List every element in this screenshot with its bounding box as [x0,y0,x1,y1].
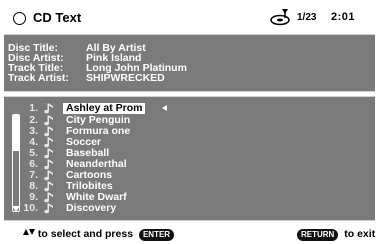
music-note-icon [44,137,53,148]
exit-hint-text: to exit [344,228,376,240]
screen-title: CD Text [33,10,82,25]
up-down-arrows-icon [23,228,35,238]
music-note-icon [44,192,53,203]
music-note-icon [44,103,53,114]
selection-cursor-icon [162,105,167,111]
track-artist-value: SHIPWRECKED [86,72,165,84]
track-number: 10. [23,202,38,214]
music-note-icon [44,115,53,126]
title-bar: CD Text 1/23 2:01 [4,4,375,34]
select-hint: to select and press ENTER [23,228,177,241]
disc-info-panel: Disc Title: All By Artist Disc Artist: Pin… [4,34,375,92]
music-note-icon [44,181,53,192]
music-note-icon [44,148,53,159]
track-indicator: 1/23 [297,12,317,23]
circle-icon [13,12,26,25]
return-key-button[interactable]: RETURN [297,229,339,241]
cd-text-screen: CD Text 1/23 2:01 Disc Title: All By Arti… [0,0,379,244]
track-number: 1. [29,102,38,114]
enter-key-button[interactable]: ENTER [138,229,175,241]
exit-hint: RETURN to exit [294,228,375,241]
disc-icon [270,9,290,26]
track-name: Ashley at Prom [63,103,146,114]
music-note-icon [44,170,53,181]
music-note-icon [44,126,53,137]
track-artist-row: Track Artist: SHIPWRECKED [8,72,165,84]
track-artist-label: Track Artist: [8,72,69,84]
music-note-icon [44,203,53,214]
elapsed-time: 2:01 [331,11,356,23]
music-note-icon [44,159,53,170]
footer-hint-bar: to select and press ENTER RETURN to exit [4,222,375,244]
track-name: Discovery [66,202,117,214]
track-list-panel [4,96,375,221]
select-hint-text: to select and press [37,228,134,240]
